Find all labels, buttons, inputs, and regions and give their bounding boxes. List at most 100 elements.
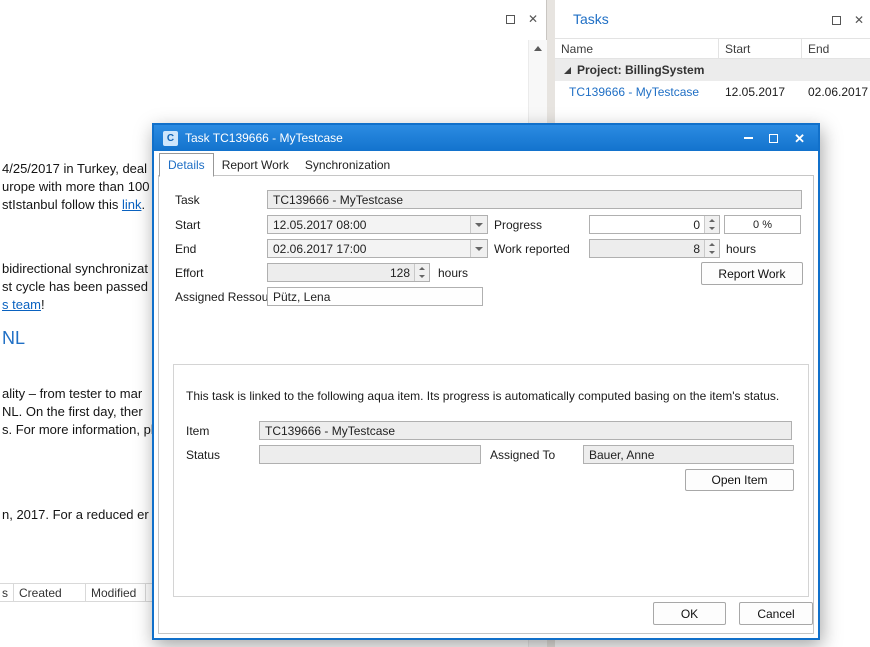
task-label: Task (175, 193, 200, 207)
spin-buttons (704, 216, 719, 233)
close-icon[interactable]: ✕ (854, 14, 864, 26)
start-label: Start (175, 218, 200, 232)
work-reported-spinner[interactable]: 8 (589, 239, 720, 258)
tabstrip: Details Report Work Synchronization (159, 153, 398, 176)
doc-hyperlink[interactable]: s team (2, 297, 41, 312)
progress-value: 0 (590, 216, 704, 233)
doc-text-line: ality – from tester to mar (2, 386, 142, 401)
scroll-up-button[interactable] (529, 40, 547, 57)
work-reported-suffix: hours (726, 242, 756, 256)
item-field[interactable]: TC139666 - MyTestcase (259, 421, 792, 440)
spin-down-button[interactable] (415, 273, 429, 282)
spin-buttons (414, 264, 429, 281)
chevron-down-icon (475, 223, 483, 227)
spin-down-button[interactable] (705, 225, 719, 234)
work-reported-label: Work reported (494, 242, 570, 256)
dialog-window-controls: ✕ (744, 132, 809, 145)
dropdown-button[interactable] (470, 240, 487, 257)
doc-text: . (141, 197, 145, 212)
effort-value: 128 (268, 264, 414, 281)
assigned-ressource-field[interactable]: Pütz, Lena (267, 287, 483, 306)
doc-text-line: NL. On the first day, ther (2, 404, 143, 419)
linked-item-description: This task is linked to the following aqu… (186, 389, 779, 403)
tasks-grid-header: Name Start End (555, 38, 870, 59)
spin-up-button[interactable] (705, 216, 719, 225)
end-label: End (175, 242, 196, 256)
dialog-titlebar[interactable]: C Task TC139666 - MyTestcase ✕ (154, 125, 818, 151)
spin-down-icon (419, 275, 425, 278)
task-link[interactable]: TC139666 - MyTestcase (555, 85, 719, 99)
doc-text: ! (41, 297, 45, 312)
doc-text-line: s. For more information, pl (2, 422, 154, 437)
doc-text-line: bidirectional synchronizat (2, 261, 148, 276)
maximize-icon[interactable] (769, 134, 778, 143)
open-item-button[interactable]: Open Item (685, 469, 794, 491)
doc-text-line: 4/25/2017 in Turkey, deal (2, 161, 147, 176)
dialog-title: Task TC139666 - MyTestcase (185, 131, 343, 145)
end-date-combo[interactable]: 02.06.2017 17:00 (267, 239, 488, 258)
tab-details[interactable]: Details (159, 153, 214, 177)
spin-up-button[interactable] (705, 240, 719, 249)
progress-spinner[interactable]: 0 (589, 215, 720, 234)
task-dialog: C Task TC139666 - MyTestcase ✕ Details R… (152, 123, 820, 640)
column-header-start[interactable]: Start (719, 39, 802, 58)
task-start-cell: 12.05.2017 (719, 85, 802, 99)
linked-item-groupbox: This task is linked to the following aqu… (173, 364, 809, 597)
tasks-window-controls: ✕ (832, 14, 864, 26)
ok-button[interactable]: OK (653, 602, 726, 625)
start-date-combo[interactable]: 12.05.2017 08:00 (267, 215, 488, 234)
task-field[interactable]: TC139666 - MyTestcase (267, 190, 802, 209)
tab-report-work[interactable]: Report Work (214, 154, 297, 176)
dropdown-button[interactable] (470, 216, 487, 233)
spin-up-icon (709, 219, 715, 222)
progress-percent-indicator: 0 % (724, 215, 801, 234)
app-icon: C (163, 131, 178, 146)
maximize-icon[interactable] (506, 15, 515, 24)
assigned-to-label: Assigned To (490, 448, 555, 462)
doc-text-line: s team! (2, 297, 45, 312)
assigned-to-field[interactable]: Bauer, Anne (583, 445, 794, 464)
effort-label: Effort (175, 266, 203, 280)
chevron-down-icon (475, 247, 483, 251)
group-row-project[interactable]: Project: BillingSystem (555, 59, 870, 81)
effort-suffix: hours (438, 266, 468, 280)
dialog-body: Details Report Work Synchronization Task… (154, 151, 818, 638)
table-row[interactable]: TC139666 - MyTestcase 12.05.2017 02.06.2… (555, 81, 870, 102)
column-header-name[interactable]: Name (555, 39, 719, 58)
cancel-button[interactable]: Cancel (739, 602, 813, 625)
group-expand-icon[interactable] (564, 67, 571, 74)
tab-synchronization[interactable]: Synchronization (297, 154, 398, 176)
doc-text-line: st cycle has been passed (2, 279, 148, 294)
status-label: Status (186, 448, 220, 462)
status-field[interactable] (259, 445, 481, 464)
doc-text-line: n, 2017. For a reduced er (2, 507, 149, 522)
work-reported-value: 8 (590, 240, 704, 257)
doc-text-line: urope with more than 100 (2, 179, 149, 194)
progress-label: Progress (494, 218, 542, 232)
tasks-panel-title: Tasks (573, 11, 609, 27)
column-header-end[interactable]: End (802, 39, 870, 58)
effort-spinner[interactable]: 128 (267, 263, 430, 282)
table-column-header[interactable]: s (0, 584, 14, 601)
window-controls: ✕ (506, 13, 538, 25)
spin-down-icon (709, 251, 715, 254)
table-column-header-created[interactable]: Created (14, 584, 86, 601)
task-end-cell: 02.06.2017 (802, 85, 870, 99)
doc-text-line: stIstanbul follow this link. (2, 197, 145, 212)
scroll-up-arrow-icon (534, 46, 542, 51)
close-icon[interactable]: ✕ (794, 132, 805, 145)
end-date-value: 02.06.2017 17:00 (268, 240, 470, 257)
report-work-button[interactable]: Report Work (701, 262, 803, 285)
maximize-icon[interactable] (832, 16, 841, 25)
group-row-label: Project: BillingSystem (577, 63, 704, 77)
spin-down-icon (709, 227, 715, 230)
spin-up-icon (709, 243, 715, 246)
item-label: Item (186, 424, 209, 438)
doc-hyperlink[interactable]: link (122, 197, 142, 212)
spin-down-button[interactable] (705, 249, 719, 258)
close-icon[interactable]: ✕ (528, 13, 538, 25)
spin-up-button[interactable] (415, 264, 429, 273)
doc-text: stIstanbul follow this (2, 197, 122, 212)
table-column-header-modified[interactable]: Modified (86, 584, 146, 601)
minimize-icon[interactable] (744, 137, 753, 139)
